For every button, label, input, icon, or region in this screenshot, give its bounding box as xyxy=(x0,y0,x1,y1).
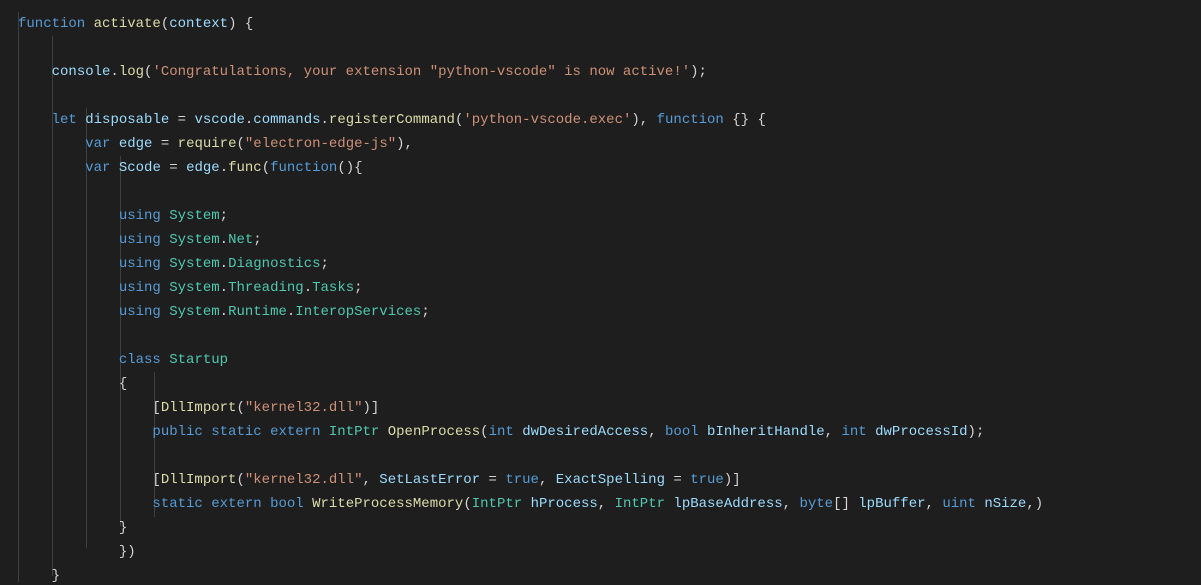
code-content: function activate(context) { console.log… xyxy=(18,12,1201,585)
code-editor[interactable]: function activate(context) { console.log… xyxy=(0,0,1201,585)
